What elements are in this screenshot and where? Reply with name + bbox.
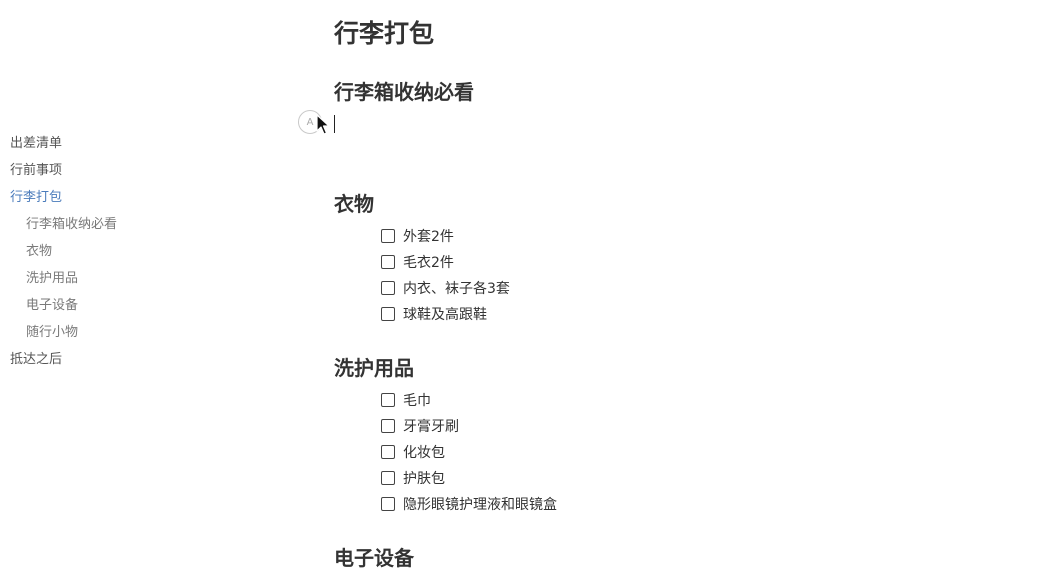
text-caret — [334, 115, 335, 133]
task-item: 化妆包 — [381, 439, 557, 465]
heading-toiletries: 洗护用品 — [334, 356, 414, 380]
page-title: 行李打包 — [334, 19, 435, 48]
checkbox-unchecked-icon[interactable] — [381, 307, 395, 321]
task-item: 毛巾 — [381, 387, 557, 413]
task-label: 外套2件 — [403, 229, 454, 245]
task-item: 牙膏牙刷 — [381, 413, 557, 439]
checkbox-unchecked-icon[interactable] — [381, 393, 395, 407]
outline-item-toiletries[interactable]: 洗护用品 — [10, 265, 210, 292]
outline-item-electronics[interactable]: 电子设备 — [10, 292, 210, 319]
checkbox-unchecked-icon[interactable] — [381, 281, 395, 295]
task-item: 外套2件 — [381, 223, 510, 249]
task-item: 内衣、袜子各3套 — [381, 275, 510, 301]
checkbox-unchecked-icon[interactable] — [381, 471, 395, 485]
task-item: 球鞋及高跟鞋 — [381, 301, 510, 327]
document-outline: 出差清单 行前事项 行李打包 行李箱收纳必看 衣物 洗护用品 电子设备 随行小物… — [10, 130, 210, 373]
outline-item-pre-trip[interactable]: 行前事项 — [10, 157, 210, 184]
checkbox-unchecked-icon[interactable] — [381, 229, 395, 243]
outline-item-packing[interactable]: 行李打包 — [10, 184, 210, 211]
mouse-pointer-icon — [316, 114, 330, 135]
outline-item-business-trip-list[interactable]: 出差清单 — [10, 130, 210, 157]
task-item: 毛衣2件 — [381, 249, 510, 275]
outline-item-suitcase-tips[interactable]: 行李箱收纳必看 — [10, 211, 210, 238]
task-label: 护肤包 — [403, 471, 445, 487]
task-label: 化妆包 — [403, 445, 445, 461]
task-item: 护肤包 — [381, 465, 557, 491]
task-label: 牙膏牙刷 — [403, 419, 459, 435]
heading-clothing: 衣物 — [334, 192, 374, 216]
task-label: 隐形眼镜护理液和眼镜盒 — [403, 497, 557, 513]
task-label: 毛衣2件 — [403, 255, 454, 271]
task-item: 隐形眼镜护理液和眼镜盒 — [381, 491, 557, 517]
outline-item-clothing[interactable]: 衣物 — [10, 238, 210, 265]
task-label: 毛巾 — [403, 393, 431, 409]
checkbox-unchecked-icon[interactable] — [381, 255, 395, 269]
outline-item-after-arrival[interactable]: 抵达之后 — [10, 346, 210, 373]
checkbox-unchecked-icon[interactable] — [381, 419, 395, 433]
task-label: 内衣、袜子各3套 — [403, 281, 510, 297]
block-handle-label: A — [306, 117, 314, 128]
task-list-toiletries: 毛巾 牙膏牙刷 化妆包 护肤包 隐形眼镜护理液和眼镜盒 — [381, 387, 557, 517]
heading-suitcase-tips: 行李箱收纳必看 — [334, 80, 474, 104]
outline-item-carry-items[interactable]: 随行小物 — [10, 319, 210, 346]
checkbox-unchecked-icon[interactable] — [381, 497, 395, 511]
task-list-clothing: 外套2件 毛衣2件 内衣、袜子各3套 球鞋及高跟鞋 — [381, 223, 510, 327]
task-label: 球鞋及高跟鞋 — [403, 307, 487, 323]
checkbox-unchecked-icon[interactable] — [381, 445, 395, 459]
heading-electronics: 电子设备 — [334, 546, 414, 570]
